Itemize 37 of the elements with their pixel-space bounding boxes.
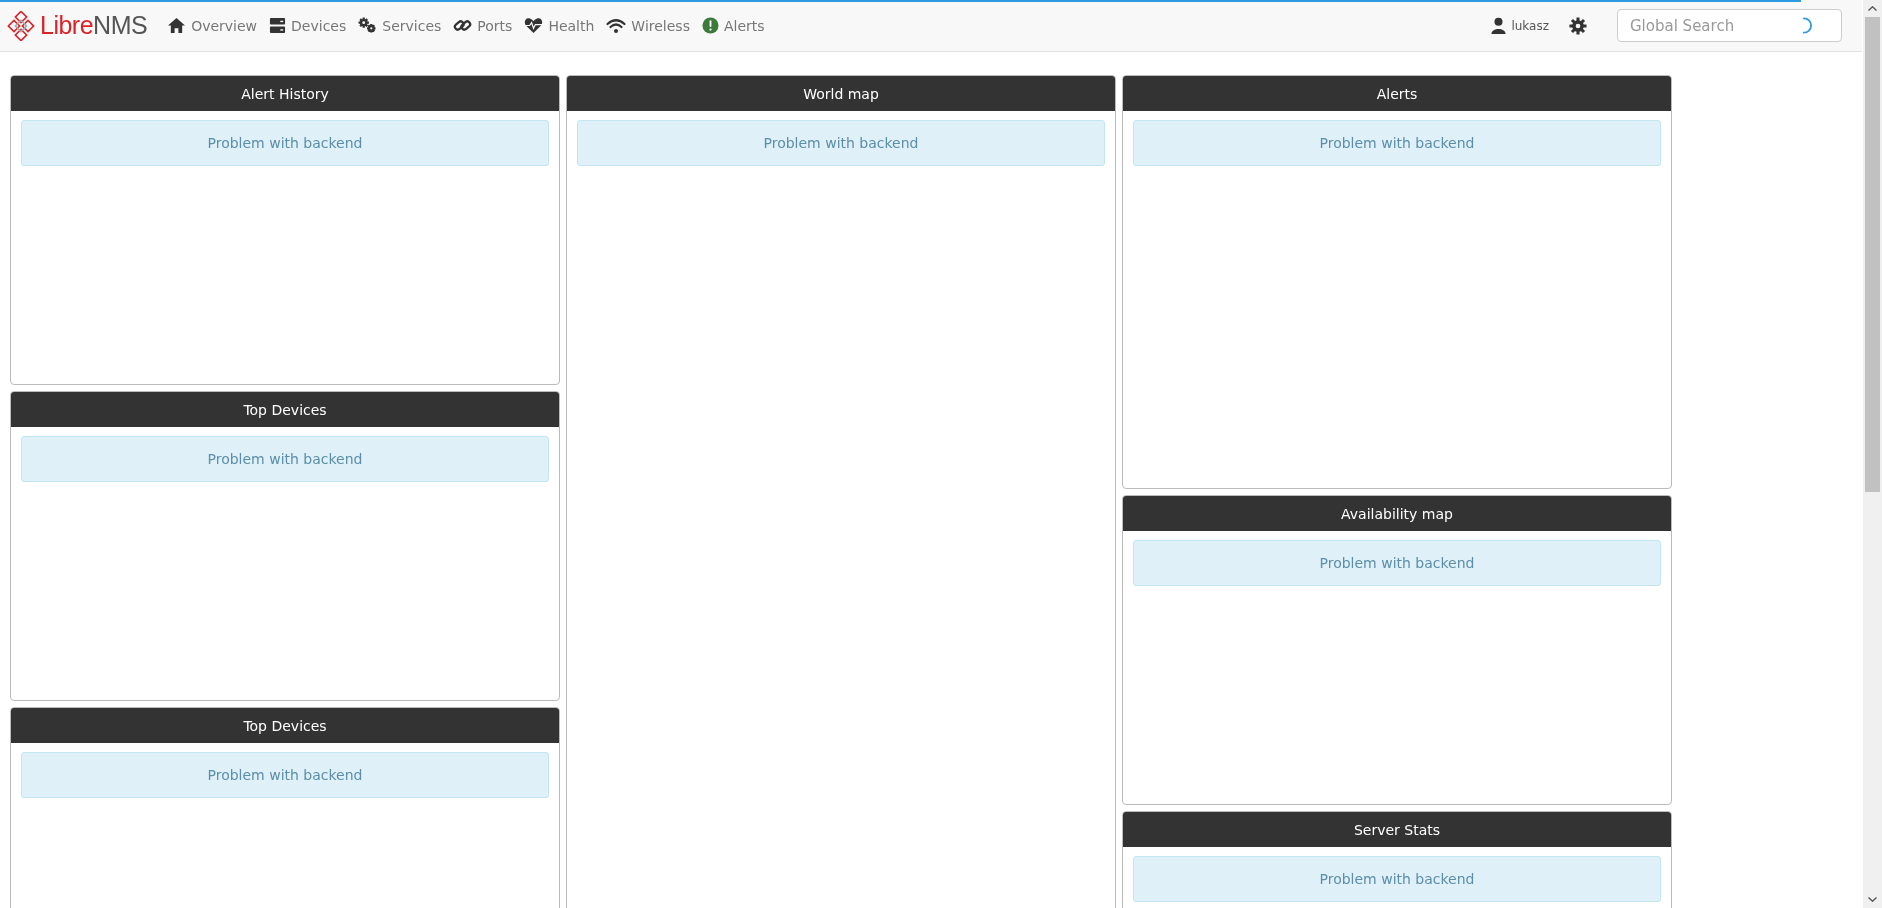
nav-link[interactable]: Services [358,17,442,34]
house-icon [167,17,187,34]
widget-title[interactable]: Top Devices [11,708,559,743]
info-alert: Problem with backend [1133,120,1661,166]
exclamation-circle-icon [701,17,719,34]
widget-title[interactable]: World map [567,76,1115,111]
chain-link-icon [453,17,473,34]
nav-link[interactable]: Wireless [606,17,690,34]
scrollbar[interactable] [1863,0,1882,908]
info-alert: Problem with backend [21,436,549,482]
widget-title[interactable]: Top Devices [11,392,559,427]
widget-title[interactable]: Availability map [1123,496,1671,531]
widget-title[interactable]: Server Stats [1123,812,1671,847]
user-menu[interactable]: lukasz [1491,17,1549,34]
nav-link[interactable]: Devices [269,17,347,34]
loading-spinner-icon [1803,17,1812,34]
info-alert: Problem with backend [21,752,549,798]
gears-icon [358,17,378,34]
heartbeat-icon [524,17,544,34]
nav-link[interactable]: Health [524,17,595,34]
nav-link[interactable]: Alerts [701,17,765,34]
info-alert: Problem with backend [1133,856,1661,902]
scrollbar-thumb[interactable] [1865,17,1880,492]
nav-link[interactable]: Overview [167,17,258,34]
wifi-icon [606,17,627,34]
user-icon [1491,17,1507,34]
server-icon [269,17,287,34]
logo[interactable]: LibreNMS [6,10,148,41]
info-alert: Problem with backend [21,120,549,166]
info-alert: Problem with backend [1133,540,1661,586]
settings-icon[interactable] [1569,16,1587,35]
diamond-grid-logo-icon [6,10,36,41]
info-alert: Problem with backend [577,120,1105,166]
widget-title[interactable]: Alerts [1123,76,1671,111]
widget-title[interactable]: Alert History [11,76,559,111]
nav-link[interactable]: Ports [453,17,513,34]
global-search-field[interactable]: Global Search [1617,9,1842,42]
